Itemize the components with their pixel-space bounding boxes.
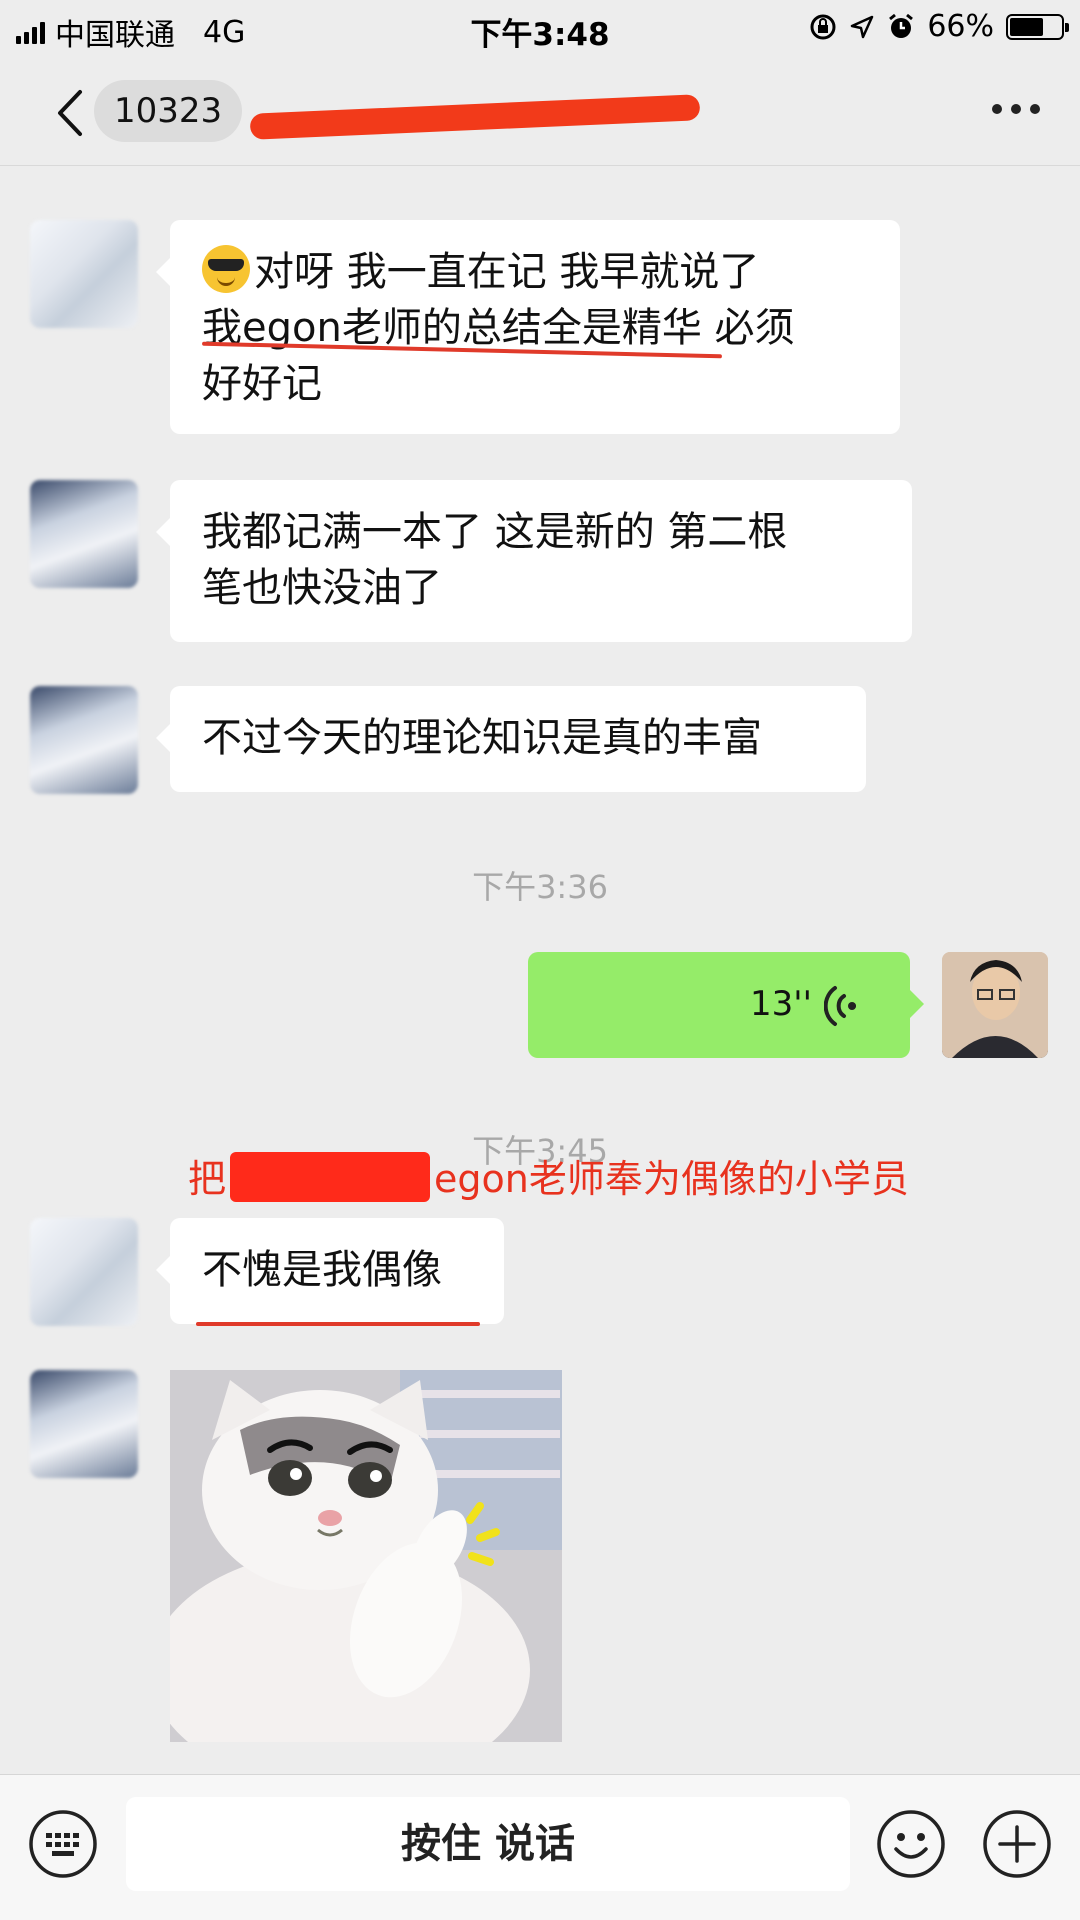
battery-icon [1006, 13, 1069, 40]
keyboard-icon[interactable] [28, 1809, 98, 1879]
battery-percent: 66% [927, 9, 994, 44]
message-bubble[interactable]: 不过今天的理论知识是真的丰富 [156, 686, 866, 792]
cat-thumbs-up-sticker[interactable] [170, 1370, 562, 1742]
status-bar: 中国联通 4G 下午3:48 66% [0, 0, 1080, 56]
message-bubble[interactable]: 我都记满一本了 这是新的 第二根 笔也快没油了 [156, 480, 912, 642]
message-line: 不愧是我偶像 [202, 1247, 442, 1293]
alarm-icon [889, 13, 914, 38]
battery-fill [1010, 17, 1043, 36]
redacted-chat-title [249, 94, 701, 140]
message-line: 不过今天的理论知识是真的丰富 [202, 715, 762, 761]
plus-circle-icon[interactable] [982, 1809, 1052, 1879]
smiley-icon[interactable] [876, 1809, 946, 1879]
rotation-lock-icon [810, 14, 836, 39]
voice-wave-icon [824, 986, 856, 1026]
voice-message-bubble[interactable]: 13'' [528, 952, 924, 1058]
highlight-underline [196, 1322, 480, 1326]
my-avatar[interactable] [942, 952, 1048, 1058]
message-line: 好好记 [202, 361, 322, 407]
avatar[interactable] [30, 1218, 138, 1326]
chat-input-bar: 按住 说话 [0, 1774, 1080, 1920]
avatar[interactable] [30, 686, 138, 794]
redacted-name [230, 1152, 431, 1202]
message-bubble[interactable]: 对呀 我一直在记 我早就说了 我egon老师的总结全是精华 必须 好好记 [156, 220, 900, 434]
more-horizontal-icon[interactable] [992, 104, 1040, 114]
message-line: 对呀 我一直在记 我早就说了 [202, 244, 868, 300]
message-line: 笔也快没油了 [202, 565, 442, 611]
chat-header: 10323 [0, 56, 1080, 166]
status-right: 66% [809, 9, 1069, 44]
hold-to-talk-button[interactable]: 按住 说话 [126, 1797, 850, 1891]
message-timestamp: 下午3:36 [472, 868, 608, 906]
message-bubble[interactable]: 不愧是我偶像 [156, 1218, 504, 1324]
avatar[interactable] [30, 480, 138, 588]
cat-sticker-image [170, 1370, 562, 1742]
annotation-text: 把 egon老师奉为偶像的小学员 [188, 1148, 909, 1203]
person-photo-icon [942, 952, 1048, 1058]
avatar[interactable] [30, 1370, 138, 1478]
voice-duration: 13'' [750, 984, 812, 1024]
message-line: 我都记满一本了 这是新的 第二根 [202, 509, 788, 555]
location-arrow-icon [851, 15, 874, 38]
sunglasses-emoji-icon [202, 245, 250, 293]
avatar[interactable] [30, 220, 138, 328]
chevron-left-icon[interactable] [50, 88, 94, 138]
unread-count-badge[interactable]: 10323 [94, 80, 243, 142]
